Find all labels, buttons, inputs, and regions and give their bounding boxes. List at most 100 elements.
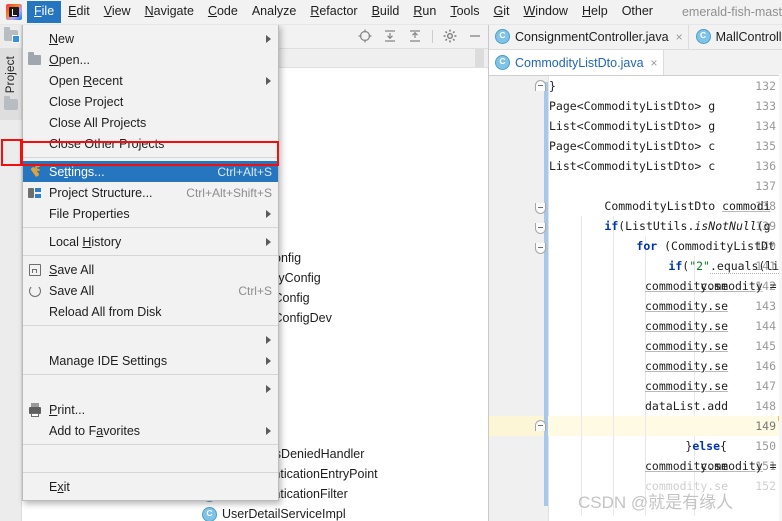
menu-window[interactable]: Window xyxy=(516,1,574,23)
code-line: commodity = xyxy=(645,436,782,473)
menu-item-close-all-projects[interactable]: Close All Projects xyxy=(23,112,278,133)
menu-item-settings[interactable]: Settings... Ctrl+Alt+S xyxy=(23,161,278,182)
left-tool-strip: Project xyxy=(0,24,22,521)
locate-icon[interactable] xyxy=(357,28,373,44)
menu-item-power-save-mode[interactable] xyxy=(23,448,278,469)
menu-edit[interactable]: Edit xyxy=(61,1,97,23)
fold-marker-icon[interactable] xyxy=(535,223,546,234)
code-line: List<CommodityListDto> g xyxy=(549,119,716,133)
menu-item-add-to-favorites[interactable]: Add to Favorites xyxy=(23,420,278,441)
blank-icon xyxy=(27,381,43,397)
code-line-current: }else{ xyxy=(630,416,727,453)
java-class-icon xyxy=(695,29,711,44)
fold-marker-icon[interactable] xyxy=(535,420,546,431)
tree-row[interactable]: UserDetailServiceImpl xyxy=(202,504,346,521)
menu-help[interactable]: Help xyxy=(575,1,615,23)
menu-item-close-other-projects[interactable]: Close Other Projects xyxy=(23,133,278,154)
code-editor[interactable]: 132 133 134 135 136 137 138 139 140 141 … xyxy=(488,76,782,521)
editor-tab-consignmentcontroller[interactable]: ConsignmentController.java × xyxy=(488,24,689,49)
java-class-icon xyxy=(495,55,510,70)
fold-marker-icon[interactable] xyxy=(535,203,546,214)
menu-item-new-projects-settings[interactable]: Manage IDE Settings xyxy=(23,350,278,371)
menu-item-label: Print... xyxy=(49,402,86,417)
menu-item-exit[interactable]: Exit xyxy=(23,476,278,497)
fold-marker-icon[interactable] xyxy=(535,80,546,91)
gear-icon[interactable] xyxy=(442,28,458,44)
menu-item-project-structure[interactable]: Project Structure... Ctrl+Alt+Shift+S xyxy=(23,182,278,203)
menu-separator xyxy=(23,374,278,375)
reload-icon xyxy=(27,283,43,299)
menu-item-open-recent[interactable]: Open Recent xyxy=(23,70,278,91)
menu-item-label: Close Project xyxy=(49,94,124,109)
line-number: 144 xyxy=(755,319,776,333)
blank-icon xyxy=(27,206,43,222)
code-token-plain: dataList.add xyxy=(645,399,729,413)
menu-item-manage-ide-settings[interactable] xyxy=(23,329,278,350)
tool-window-tab-project[interactable]: Project xyxy=(0,48,22,121)
editor-tab-label: ConsignmentController.java xyxy=(515,29,669,44)
save-icon xyxy=(27,262,43,278)
window-title: emerald-fish-master - MallServi xyxy=(681,5,782,19)
line-number-gutter xyxy=(488,76,534,521)
code-line: } xyxy=(549,79,556,93)
menu-item-label: Manage IDE Settings xyxy=(49,353,168,368)
menu-navigate[interactable]: Navigate xyxy=(138,1,201,23)
code-line: Page<CommodityListDto> g xyxy=(549,99,716,113)
menu-item-print[interactable]: Print... xyxy=(23,399,278,420)
menu-separator xyxy=(23,157,278,158)
menu-item-label: Save All xyxy=(49,283,95,298)
menu-git[interactable]: Git xyxy=(487,1,517,23)
blank-icon xyxy=(27,94,43,110)
submenu-arrow-icon xyxy=(262,335,272,345)
menu-item-close-project[interactable]: Close Project xyxy=(23,91,278,112)
line-number: 136 xyxy=(755,159,776,173)
menu-tools[interactable]: Tools xyxy=(443,1,486,23)
menu-code[interactable]: Code xyxy=(201,1,245,23)
menu-file[interactable]: File xyxy=(27,1,62,23)
menu-run[interactable]: Run xyxy=(406,1,443,23)
code-token-field: commodity.se xyxy=(645,299,729,313)
horizontal-scrollbar-thumb[interactable] xyxy=(475,49,484,67)
menu-item-label: Project Structure... xyxy=(49,185,153,200)
menu-build[interactable]: Build xyxy=(365,1,407,23)
menu-item-label: Settings... xyxy=(49,164,105,179)
menu-analyze[interactable]: Analyze xyxy=(245,1,303,23)
close-icon[interactable]: × xyxy=(676,31,683,43)
menu-view[interactable]: View xyxy=(97,1,138,23)
tree-item-label: UserDetailServiceImpl xyxy=(222,507,346,521)
menu-item-reload-all-from-disk[interactable]: Save All Ctrl+S xyxy=(23,280,278,301)
menu-item-label: Close Other Projects xyxy=(49,136,165,151)
editor-tab-row-2: CommodityListDto.java × xyxy=(488,50,782,76)
expand-all-icon[interactable] xyxy=(382,28,398,44)
menu-item-shortcut: Ctrl+Alt+Shift+S xyxy=(186,185,272,200)
collapse-all-icon[interactable] xyxy=(407,28,423,44)
blank-icon xyxy=(27,332,43,348)
code-token-field: commodity.se xyxy=(645,279,729,293)
vcs-change-marker xyxy=(544,82,548,506)
menu-item-save-all[interactable]: Save All xyxy=(23,259,278,280)
code-line: if("2".equals(li xyxy=(613,236,780,274)
menu-separator xyxy=(23,227,278,228)
menu-refactor[interactable]: Refactor xyxy=(303,1,364,23)
menu-item-local-history[interactable]: Local History xyxy=(23,231,278,252)
blank-icon xyxy=(27,115,43,131)
editor-tab-commoditylistdto[interactable]: CommodityListDto.java × xyxy=(488,50,664,75)
menu-other[interactable]: Other xyxy=(615,1,660,23)
menu-item-export[interactable] xyxy=(23,378,278,399)
project-folder-icon xyxy=(3,27,20,46)
line-number: 145 xyxy=(755,339,776,353)
fold-marker-icon[interactable] xyxy=(535,243,546,254)
menu-item-invalidate-caches[interactable]: Reload All from Disk xyxy=(23,301,278,322)
editor-tab-mallcontroller[interactable]: MallController.j xyxy=(688,24,782,49)
menu-item-file-properties[interactable]: File Properties xyxy=(23,203,278,224)
line-number: 132 xyxy=(755,79,776,93)
menu-item-label: Reload All from Disk xyxy=(49,304,162,319)
menu-item-new[interactable]: New xyxy=(23,28,278,49)
menu-item-open[interactable]: Open... xyxy=(23,49,278,70)
close-icon[interactable]: × xyxy=(651,57,658,69)
submenu-arrow-icon xyxy=(262,384,272,394)
hide-window-icon[interactable] xyxy=(467,28,483,44)
code-line: commodity.se xyxy=(645,276,728,296)
menu-item-label: Close All Projects xyxy=(49,115,147,130)
tool-window-tab-label: Project xyxy=(4,56,17,94)
